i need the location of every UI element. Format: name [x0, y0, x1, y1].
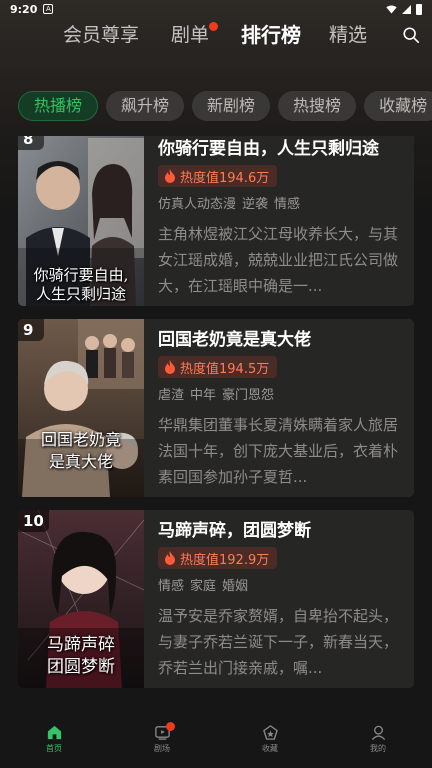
- heat-value: 热度值192.9万: [180, 552, 270, 568]
- filter-hot-play[interactable]: 热播榜: [18, 91, 99, 121]
- home-icon: [47, 725, 61, 740]
- nav-label: 首页: [46, 744, 62, 753]
- status-bar: 9:20 A: [0, 0, 432, 18]
- flame-icon: [165, 360, 175, 374]
- tab-label: 剧单: [171, 24, 210, 46]
- poster-title: 回国老奶竟 是真大佬: [40, 430, 121, 471]
- item-tags: 虐渣 中年 豪门恩怨: [158, 384, 402, 403]
- tag: 情感: [274, 197, 301, 212]
- nav-label: 收藏: [262, 744, 278, 753]
- signal-icon: [402, 4, 411, 14]
- item-description: 温予安是乔家赘婿，自卑抬不起头，与妻子乔若兰诞下一子，新春当天，乔若兰出门接亲戚…: [158, 607, 399, 677]
- tag: 家庭: [190, 579, 217, 594]
- item-info: 马蹄声碎，团圆梦断 热度值192.9万 情感 家庭 婚姻 温予安是乔家赘婿，自卑抬不…: [158, 516, 402, 681]
- tab-label: 精选: [329, 24, 368, 46]
- item-info: 回国老奶竟是真大佬 热度值194.5万 虐渣 中年 豪门恩怨 华鼎集团董事长夏清姝瞒…: [158, 325, 402, 490]
- rank-badge: 8: [18, 136, 44, 150]
- item-title: 回国老奶竟是真大佬: [158, 330, 311, 350]
- filter-hot-search[interactable]: 热搜榜: [278, 91, 357, 121]
- poster-title: 你骑行要自由, 人生只剩归途: [33, 266, 129, 303]
- ranking-list: 8 你骑行要自由, 人生只剩归途 你骑行要自由，人生只剩归途 热度值194.6万…: [0, 136, 432, 696]
- rank-badge: 9: [18, 319, 44, 341]
- profile-icon: [371, 725, 385, 741]
- tag: 中年: [190, 388, 217, 403]
- wifi-icon: [386, 5, 397, 14]
- nav-label: 我的: [370, 744, 386, 753]
- flame-icon: [165, 169, 175, 183]
- app-screen: 9:20 A 会员尊享 剧单 排行榜 精选 热播榜 飙升榜 新剧榜 热搜榜 收藏榜: [0, 0, 432, 768]
- tab-ranking[interactable]: 排行榜: [241, 20, 301, 50]
- item-tags: 情感 家庭 婚姻: [158, 575, 402, 594]
- nav-favorites[interactable]: 收藏: [216, 718, 324, 768]
- status-icons: [386, 3, 422, 15]
- tab-playlist[interactable]: 剧单: [171, 20, 219, 50]
- item-tags: 仿真人动态漫 逆袭 情感: [158, 193, 402, 212]
- heat-badge: 热度值192.9万: [158, 547, 278, 569]
- heat-badge: 热度值194.6万: [158, 165, 278, 187]
- tag: 逆袭: [242, 197, 269, 212]
- search-icon[interactable]: [402, 26, 420, 44]
- tab-label: 会员尊享: [63, 24, 140, 46]
- tag: 婚姻: [222, 579, 249, 594]
- item-description: 华鼎集团董事长夏清姝瞒着家人旅居法国十年，创下庞大基业后，衣着朴素回国参加孙子夏…: [158, 416, 399, 486]
- nav-profile[interactable]: 我的: [324, 718, 432, 768]
- tab-label: 排行榜: [241, 23, 301, 47]
- filter-favorites[interactable]: 收藏榜: [364, 91, 432, 121]
- tag: 仿真人动态漫: [158, 197, 237, 212]
- top-tabs: 会员尊享 剧单 排行榜 精选: [0, 20, 432, 52]
- tab-member[interactable]: 会员尊享: [63, 20, 139, 50]
- poster-image: 9 回国老奶竟 是真大佬: [18, 319, 144, 497]
- item-title: 你骑行要自由，人生只剩归途: [158, 139, 379, 159]
- filter-new[interactable]: 新剧榜: [192, 91, 271, 121]
- item-description: 主角林煜被江父江母收养长大，与其女江瑶成婚，兢兢业业把江氏公司做大，在江瑶眼中确…: [158, 225, 399, 295]
- tag: 情感: [158, 579, 185, 594]
- list-item[interactable]: 8 你骑行要自由, 人生只剩归途 你骑行要自由，人生只剩归途 热度值194.6万…: [18, 136, 414, 306]
- filter-rising[interactable]: 飙升榜: [106, 91, 185, 121]
- nav-home[interactable]: 首页: [0, 718, 108, 768]
- flame-icon: [165, 551, 175, 565]
- heat-value: 热度值194.6万: [180, 170, 270, 186]
- favorite-icon: [262, 725, 278, 740]
- list-item[interactable]: 9 回国老奶竟 是真大佬 回国老奶竟是真大佬 热度值194.5万 虐渣 中年 豪门恩…: [18, 319, 414, 497]
- item-info: 你骑行要自由，人生只剩归途 热度值194.6万 仿真人动态漫 逆袭 情感 主角林煜被…: [158, 136, 402, 299]
- rank-badge: 10: [18, 510, 49, 532]
- poster-title: 马蹄声碎 团圆梦断: [47, 635, 115, 677]
- battery-icon: [416, 3, 422, 15]
- status-time: 9:20: [10, 2, 38, 16]
- tab-notification-dot: [209, 22, 219, 31]
- tag: 虐渣: [158, 388, 185, 403]
- tag: 豪门恩怨: [222, 388, 275, 403]
- poster-image: 8 你骑行要自由, 人生只剩归途: [18, 136, 144, 306]
- nav-theater[interactable]: 剧场: [108, 718, 216, 768]
- nav-notification-dot: [166, 722, 175, 731]
- bottom-nav: 首页 剧场 收藏 我的: [0, 718, 432, 768]
- ranking-filter-bar: 热播榜 飙升榜 新剧榜 热搜榜 收藏榜: [18, 91, 432, 123]
- heat-value: 热度值194.5万: [180, 361, 270, 377]
- notification-a-icon: A: [43, 4, 54, 14]
- poster-image: 10 马蹄声碎 团圆梦断: [18, 510, 144, 688]
- list-item[interactable]: 10 马蹄声碎 团圆梦断 马蹄声碎，团圆梦断 热度值192.9万 情感 家庭 婚姻 …: [18, 510, 414, 688]
- heat-badge: 热度值194.5万: [158, 356, 278, 378]
- item-title: 马蹄声碎，团圆梦断: [158, 521, 311, 541]
- nav-label: 剧场: [154, 744, 170, 753]
- tab-featured[interactable]: 精选: [329, 20, 367, 50]
